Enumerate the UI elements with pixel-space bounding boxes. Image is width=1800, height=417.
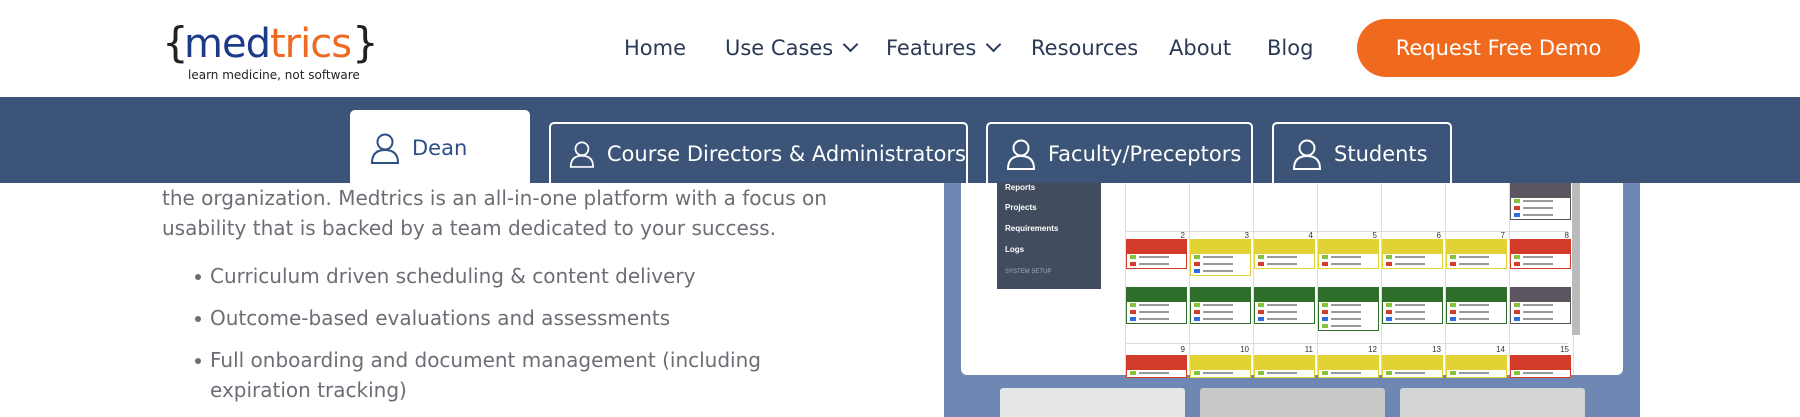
app-sidebar: Reports Projects Requirements Logs SYSTE…	[997, 183, 1101, 289]
calendar-event[interactable]	[1510, 355, 1571, 378]
calendar-event[interactable]	[1126, 355, 1187, 378]
calendar-event[interactable]	[1126, 239, 1187, 269]
user-icon	[1292, 139, 1322, 170]
logo-wordmark: medtrics	[184, 21, 352, 67]
calendar-event[interactable]	[1318, 239, 1379, 269]
calendar-day-number: 13	[1432, 345, 1441, 354]
nav-resources[interactable]: Resources	[1031, 36, 1138, 60]
tab-course-directors[interactable]: Course Directors & Administrators	[549, 122, 968, 183]
calendar-day-number: 15	[1560, 345, 1569, 354]
calendar-scrollbar[interactable]	[1572, 183, 1580, 335]
medtrics-logo[interactable]: { medtrics } learn medicine, not softwar…	[162, 18, 379, 82]
tab-dean[interactable]: Dean	[350, 110, 530, 183]
calendar-event[interactable]	[1446, 355, 1507, 378]
calendar-event[interactable]	[1510, 183, 1571, 220]
calendar-day-number: 14	[1496, 345, 1505, 354]
nav-about[interactable]: About	[1169, 36, 1231, 60]
calendar-day-number: 9	[1180, 345, 1185, 354]
user-icon	[1006, 139, 1036, 170]
nav-use-cases[interactable]: Use Cases	[725, 36, 859, 60]
schedule-calendar: 2 3 4 5 6 7 8 9 10 11 12 13 14 15	[1125, 183, 1574, 378]
calendar-event[interactable]	[1126, 287, 1187, 324]
product-screenshot: Reports Projects Requirements Logs SYSTE…	[961, 183, 1623, 378]
chevron-down-icon	[986, 36, 1002, 53]
logo-tagline: learn medicine, not software	[188, 68, 360, 82]
calendar-event[interactable]	[1382, 239, 1443, 269]
calendar-event[interactable]	[1446, 239, 1507, 269]
calendar-event[interactable]	[1318, 355, 1379, 378]
calendar-event[interactable]	[1190, 239, 1251, 276]
chevron-down-icon	[842, 36, 859, 53]
calendar-event[interactable]	[1510, 287, 1571, 324]
nav-home[interactable]: Home	[624, 36, 686, 60]
calendar-day-number: 10	[1240, 345, 1249, 354]
calendar-event[interactable]	[1254, 355, 1315, 378]
calendar-event[interactable]	[1510, 239, 1571, 269]
nav-blog[interactable]: Blog	[1267, 36, 1313, 60]
calendar-event[interactable]	[1190, 287, 1251, 324]
calendar-event[interactable]	[1382, 355, 1443, 378]
tab-faculty-preceptors[interactable]: Faculty/Preceptors	[986, 122, 1253, 183]
tab-label: Students	[1334, 141, 1428, 166]
tab-label: Faculty/Preceptors	[1048, 141, 1242, 166]
user-icon	[370, 133, 400, 164]
user-icon	[569, 140, 595, 168]
calendar-day-number: 11	[1304, 345, 1313, 354]
request-demo-button[interactable]: Request Free Demo	[1357, 19, 1640, 77]
tab-students[interactable]: Students	[1272, 122, 1452, 183]
calendar-day-number: 12	[1368, 345, 1377, 354]
calendar-event[interactable]	[1254, 239, 1315, 269]
site-header: { medtrics } learn medicine, not softwar…	[0, 0, 1800, 97]
calendar-event[interactable]	[1446, 287, 1507, 324]
logo-brace-right: }	[352, 18, 379, 67]
tab-label: Dean	[412, 135, 468, 160]
screenshot-thumbnail[interactable]	[1000, 388, 1185, 417]
calendar-event[interactable]	[1382, 287, 1443, 324]
screenshot-thumbnail[interactable]	[1400, 388, 1585, 417]
calendar-gridline	[1125, 343, 1568, 344]
calendar-event[interactable]	[1190, 355, 1251, 378]
intro-paragraph: the organization. Medtrics is an all-in-…	[162, 186, 827, 240]
calendar-event[interactable]	[1318, 287, 1379, 331]
calendar-event[interactable]	[1254, 287, 1315, 324]
screenshot-thumbnail[interactable]	[1200, 388, 1385, 417]
nav-features[interactable]: Features	[886, 36, 1002, 60]
tab-label: Course Directors & Administrators	[606, 141, 966, 166]
